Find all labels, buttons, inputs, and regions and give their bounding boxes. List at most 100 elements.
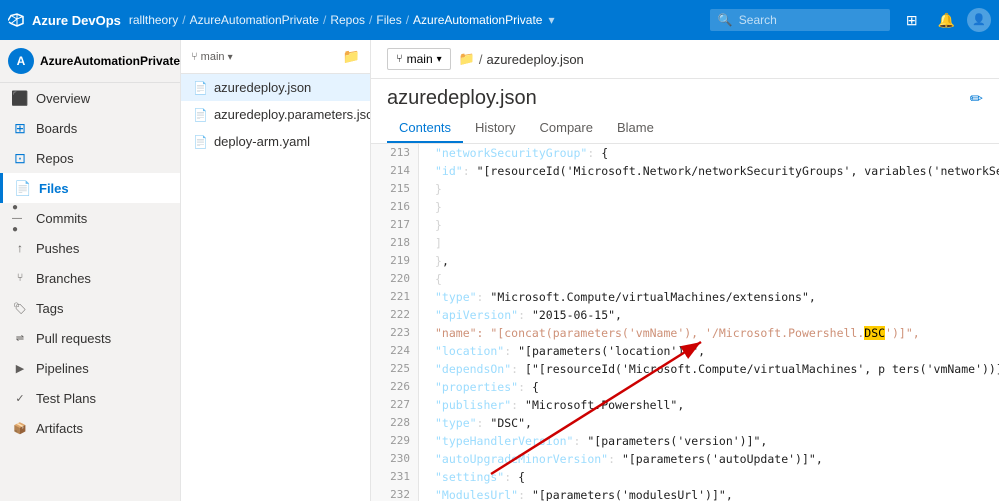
grid-icon[interactable]: ⊞ bbox=[898, 8, 926, 33]
commit-icon: ●—● bbox=[12, 210, 28, 226]
path-separator: / bbox=[479, 52, 483, 67]
code-line: "id": "[resourceId('Microsoft.Network/ne… bbox=[419, 162, 999, 180]
code-line: "networkSecurityGroup": { bbox=[419, 144, 999, 162]
top-bar: Azure DevOps ralltheory / AzureAutomatio… bbox=[0, 0, 999, 40]
tag-icon: 🏷 bbox=[12, 300, 28, 316]
project-name: AzureAutomationPrivate bbox=[40, 54, 180, 68]
sidebar: A AzureAutomationPrivate + ⬛ Overview ⊞ … bbox=[0, 40, 181, 501]
avatar: A bbox=[8, 48, 34, 74]
sidebar-item-tags[interactable]: 🏷 Tags bbox=[0, 293, 180, 323]
search-box[interactable]: 🔍 bbox=[710, 9, 890, 31]
code-line: "ModulesUrl": "[parameters('modulesUrl')… bbox=[419, 486, 999, 501]
code-line: } bbox=[419, 180, 999, 198]
bell-icon[interactable]: 🔔 bbox=[930, 8, 963, 33]
line-number: 225 bbox=[371, 360, 418, 378]
code-line: "type": "Microsoft.Compute/virtualMachin… bbox=[419, 288, 999, 306]
sidebar-item-pull-requests[interactable]: ⇌ Pull requests bbox=[0, 323, 180, 353]
editor-breadcrumb: 📁 / azuredeploy.json bbox=[459, 51, 584, 67]
code-line: "type": "DSC", bbox=[419, 414, 999, 432]
sidebar-label-repos: Repos bbox=[36, 151, 74, 166]
sidebar-item-pipelines[interactable]: ▶ Pipelines bbox=[0, 353, 180, 383]
file-tree-item-azuredeploy[interactable]: 📄 azuredeploy.json bbox=[181, 74, 370, 101]
code-line: "properties": { bbox=[419, 378, 999, 396]
line-number: 232 bbox=[371, 486, 418, 501]
tab-contents[interactable]: Contents bbox=[387, 114, 463, 143]
file-path: azuredeploy.json bbox=[486, 52, 583, 67]
yaml-icon: 📄 bbox=[193, 135, 208, 149]
repo-icon: ⊡ bbox=[12, 150, 28, 166]
tab-blame[interactable]: Blame bbox=[605, 114, 666, 143]
line-numbers: 2132142152162172182192202212222232242252… bbox=[371, 144, 419, 501]
code-line: "apiVersion": "2015-06-15", bbox=[419, 306, 999, 324]
sidebar-item-branches[interactable]: ⑂ Branches bbox=[0, 263, 180, 293]
sidebar-label-artifacts: Artifacts bbox=[36, 421, 83, 436]
code-line: { bbox=[419, 270, 999, 288]
tab-history[interactable]: History bbox=[463, 114, 527, 143]
file-tree-label-params: azuredeploy.parameters.json bbox=[214, 107, 371, 122]
chevron-down-icon: ▾ bbox=[437, 54, 442, 65]
line-number: 222 bbox=[371, 306, 418, 324]
sidebar-label-files: Files bbox=[39, 181, 69, 196]
line-number: 227 bbox=[371, 396, 418, 414]
tab-compare[interactable]: Compare bbox=[528, 114, 605, 143]
file-tree-item-yaml[interactable]: 📄 deploy-arm.yaml bbox=[181, 128, 370, 155]
azure-devops-logo[interactable]: Azure DevOps bbox=[8, 11, 121, 29]
line-number: 213 bbox=[371, 144, 418, 162]
line-number: 230 bbox=[371, 450, 418, 468]
file-tree-label: azuredeploy.json bbox=[214, 80, 311, 95]
json-params-icon: 📄 bbox=[193, 108, 208, 122]
branch-selector[interactable]: ⑂ main ▾ bbox=[387, 48, 451, 70]
user-icon[interactable]: 👤 bbox=[967, 8, 991, 32]
code-line: } bbox=[419, 216, 999, 234]
sidebar-item-pushes[interactable]: ↑ Pushes bbox=[0, 233, 180, 263]
line-number: 224 bbox=[371, 342, 418, 360]
code-line: "location": "[parameters('location')]", bbox=[419, 342, 999, 360]
pipeline-icon: ▶ bbox=[12, 360, 28, 376]
line-number: 231 bbox=[371, 468, 418, 486]
code-container[interactable]: 2132142152162172182192202212222232242252… bbox=[371, 144, 999, 501]
line-number: 219 bbox=[371, 252, 418, 270]
board-icon: ⊞ bbox=[12, 120, 28, 136]
file-title: azuredeploy.json bbox=[387, 87, 537, 110]
home-icon: ⬛ bbox=[12, 90, 28, 106]
line-number: 229 bbox=[371, 432, 418, 450]
sidebar-item-overview[interactable]: ⬛ Overview bbox=[0, 83, 180, 113]
line-number: 220 bbox=[371, 270, 418, 288]
file-tree-label-yaml: deploy-arm.yaml bbox=[214, 134, 310, 149]
line-number: 223 bbox=[371, 324, 418, 342]
line-number: 216 bbox=[371, 198, 418, 216]
sidebar-item-files[interactable]: 📄 Files bbox=[0, 173, 180, 203]
sidebar-item-boards[interactable]: ⊞ Boards bbox=[0, 113, 180, 143]
code-line: "autoUpgradeMinorVersion": "[parameters(… bbox=[419, 450, 999, 468]
code-line: }, bbox=[419, 252, 999, 270]
artifact-icon: 📦 bbox=[12, 420, 28, 436]
code-content: "networkSecurityGroup": { "id": "[resour… bbox=[419, 144, 999, 501]
file-tree-item-params[interactable]: 📄 azuredeploy.parameters.json bbox=[181, 101, 370, 128]
search-input[interactable] bbox=[739, 13, 869, 27]
topbar-icons: ⊞ 🔔 👤 bbox=[898, 8, 991, 33]
folder-icon[interactable]: 📁 bbox=[343, 48, 360, 65]
line-number: 214 bbox=[371, 162, 418, 180]
search-icon: 🔍 bbox=[718, 13, 733, 27]
edit-icon[interactable]: ✏ bbox=[970, 89, 983, 109]
sidebar-label-pushes: Pushes bbox=[36, 241, 79, 256]
sidebar-item-artifacts[interactable]: 📦 Artifacts bbox=[0, 413, 180, 443]
line-number: 226 bbox=[371, 378, 418, 396]
branch-selector-tree[interactable]: ⑂ main ▾ bbox=[191, 51, 233, 63]
sidebar-item-commits[interactable]: ●—● Commits bbox=[0, 203, 180, 233]
sidebar-item-repos[interactable]: ⊡ Repos bbox=[0, 143, 180, 173]
test-icon: ✓ bbox=[12, 390, 28, 406]
sidebar-label-commits: Commits bbox=[36, 211, 87, 226]
file-title-bar: azuredeploy.json ✏ bbox=[371, 79, 999, 114]
code-line: "typeHandlerVersion": "[parameters('vers… bbox=[419, 432, 999, 450]
sidebar-item-test-plans[interactable]: ✓ Test Plans bbox=[0, 383, 180, 413]
line-number: 218 bbox=[371, 234, 418, 252]
files-icon: 📄 bbox=[15, 180, 31, 196]
content-area: ⑂ main ▾ 📁 📄 azuredeploy.json 📄 azuredep… bbox=[181, 40, 999, 501]
editor-header: ⑂ main ▾ 📁 / azuredeploy.json bbox=[371, 40, 999, 79]
code-line: "settings": { bbox=[419, 468, 999, 486]
sidebar-label-pr: Pull requests bbox=[36, 331, 111, 346]
sidebar-label-pipelines: Pipelines bbox=[36, 361, 89, 376]
editor-tabs: Contents History Compare Blame bbox=[371, 114, 999, 144]
line-number: 221 bbox=[371, 288, 418, 306]
